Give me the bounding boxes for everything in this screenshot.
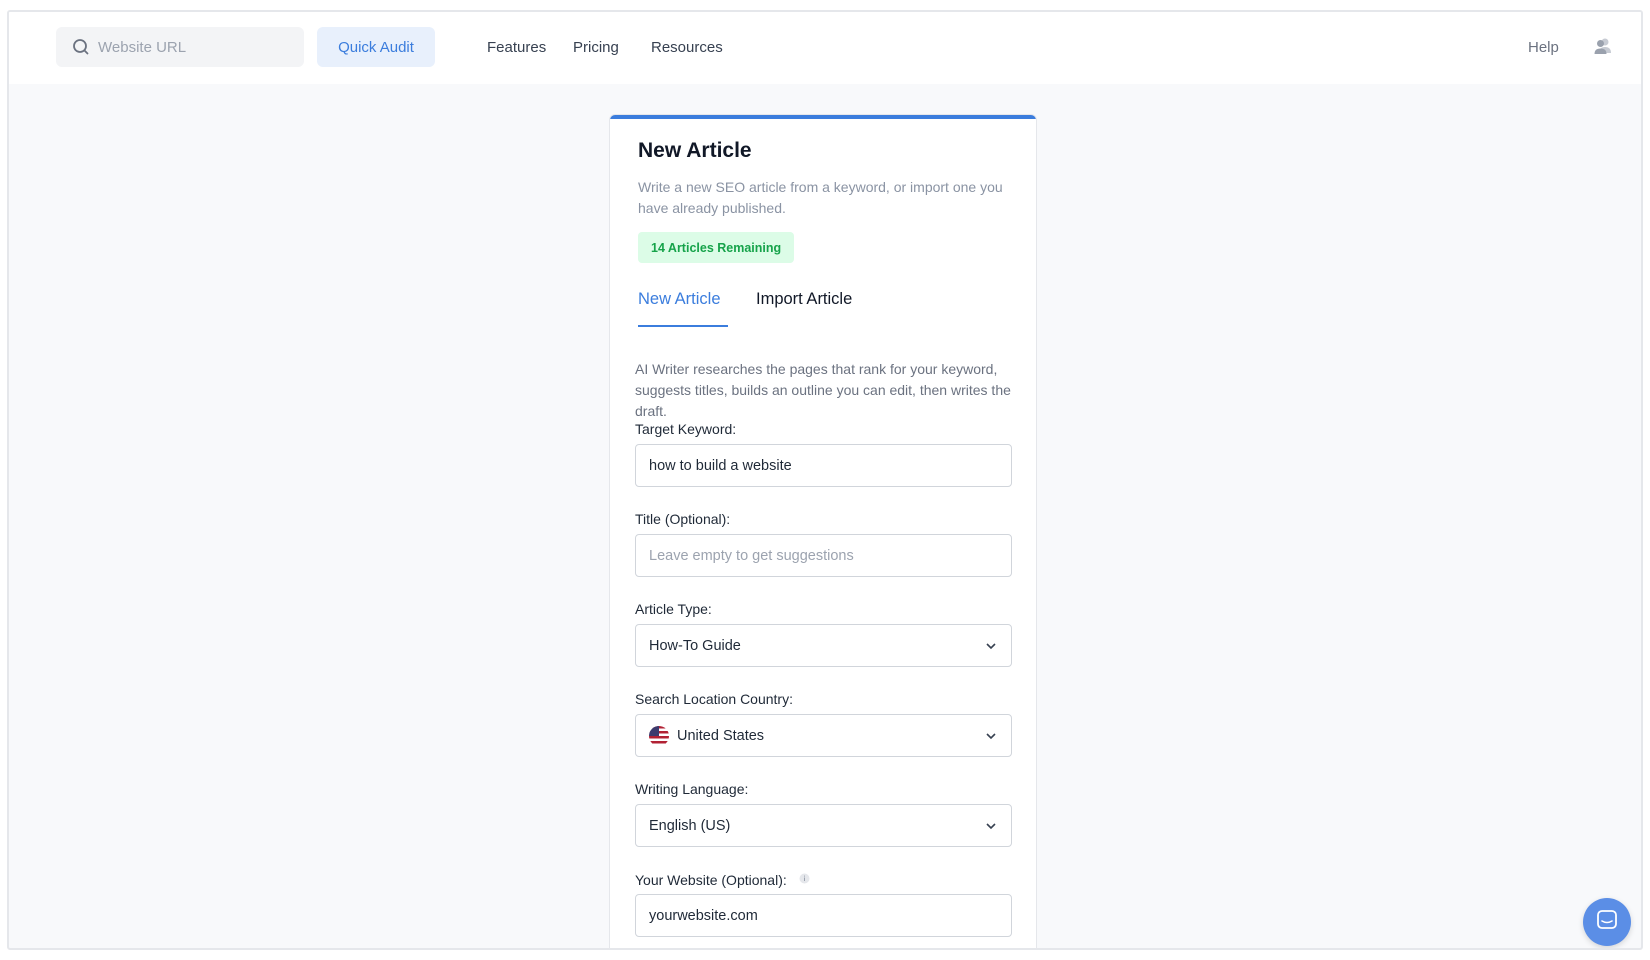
ai-writer-description: AI Writer researches the pages that rank… [635,361,1011,419]
info-icon[interactable] [799,871,810,884]
chevron-down-icon [985,820,997,832]
country-label: Search Location Country: [635,691,793,707]
website-input[interactable]: yourwebsite.com [635,894,1012,937]
chat-icon [1596,909,1618,936]
article-type-select[interactable]: How-To Guide [635,624,1012,667]
nav-resources[interactable]: Resources [651,12,723,82]
website-url-search[interactable]: Website URL [56,27,304,67]
title-input[interactable]: Leave empty to get suggestions [635,534,1012,577]
language-select[interactable]: English (US) [635,804,1012,847]
website-label-text: Your Website (Optional): [635,872,787,888]
quick-audit-button[interactable]: Quick Audit [317,27,435,67]
language-value: English (US) [649,817,731,834]
website-value: yourwebsite.com [649,907,758,924]
new-article-card: New Article Write a new SEO article from… [609,114,1037,948]
top-navbar: Website URL Quick Audit Features Pricing… [9,12,1641,84]
card-subtitle: Write a new SEO article from a keyword, … [638,179,1003,216]
articles-remaining-badge: 14 Articles Remaining [638,232,795,263]
search-icon [72,38,90,56]
language-label: Writing Language: [635,781,749,797]
target-keyword-label: Target Keyword: [635,421,737,437]
app-frame: Website URL Quick Audit Features Pricing… [7,10,1643,950]
active-tab-indicator [638,325,728,327]
target-keyword-input[interactable]: how to build a website [635,444,1012,487]
website-label: Your Website (Optional): [635,871,810,888]
title-label: Title (Optional): [635,511,731,527]
chevron-down-icon [985,730,997,742]
article-type-value: How-To Guide [649,637,741,654]
us-flag-icon [649,725,669,746]
card-title: New Article [638,139,752,162]
chevron-down-icon [985,640,997,652]
card-accent-bar [610,115,1036,119]
article-type-label: Article Type: [635,601,712,617]
title-placeholder: Leave empty to get suggestions [649,547,854,564]
search-placeholder: Website URL [98,38,187,56]
nav-help[interactable]: Help [1528,12,1559,82]
users-icon[interactable] [1593,36,1613,56]
country-select[interactable]: United States [635,714,1012,757]
chat-widget-button[interactable] [1583,898,1631,946]
nav-features[interactable]: Features [487,12,546,82]
country-value: United States [677,727,765,744]
tab-new-article[interactable]: New Article [638,290,721,309]
nav-pricing[interactable]: Pricing [573,12,619,82]
tab-import-article[interactable]: Import Article [756,290,852,309]
target-keyword-value: how to build a website [649,457,792,474]
